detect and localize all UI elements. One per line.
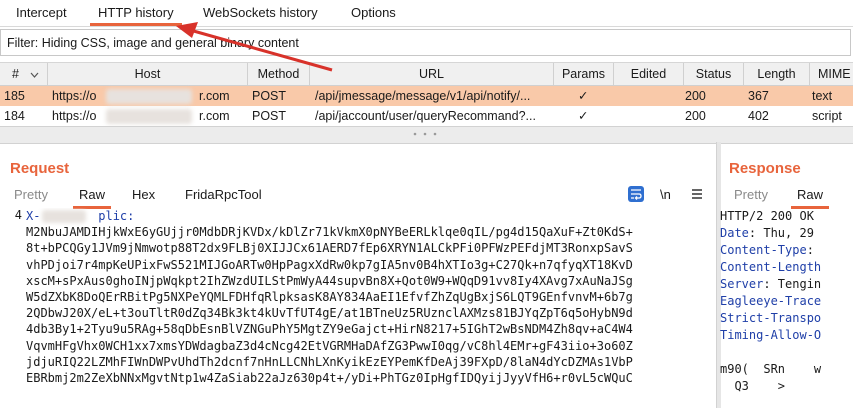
header-value: m90( SRn w <box>720 362 822 376</box>
code-line: X- plic: <box>26 209 135 223</box>
header-key: Server <box>720 277 764 291</box>
response-line: HTTP/2 200 OK <box>720 208 853 225</box>
code-line: xscM+sPxAus0ghoINjpWqkpt2IhZWzdUILStPmWy… <box>26 273 633 288</box>
response-line <box>720 344 853 361</box>
response-tab-pretty[interactable]: Pretty <box>734 185 768 205</box>
top-tab-bar: Intercept HTTP history WebSockets histor… <box>0 0 853 27</box>
line-number: 4 <box>14 208 22 222</box>
response-line: Content-Type: <box>720 242 853 259</box>
row-edited <box>640 86 660 106</box>
code-line: 8t+bPCQGy1JVm9jNmwotp88T2dx9FLBj0XIJJCx6… <box>26 241 633 256</box>
table-row[interactable]: 185 https://o r.com POST /api/jmessage/m… <box>0 86 853 106</box>
filter-bar[interactable]: Filter: Hiding CSS, image and general bi… <box>0 29 851 56</box>
header-key: Content-Length <box>720 260 822 274</box>
column-host[interactable]: Host <box>48 63 248 85</box>
response-line: Timing-Allow-O <box>720 327 853 344</box>
redacted-host-blur <box>106 109 192 124</box>
request-body: X- plic: M2NbuJAMDIHjkWxE6yGUjjr0MdbDRjK… <box>26 208 712 386</box>
row-host-suffix: r.com <box>199 109 230 123</box>
row-number: 185 <box>4 89 25 103</box>
header-value: : <box>806 243 814 257</box>
response-line: Q3 > <box>720 378 853 395</box>
table-header: # Host Method URL Params Edited Status L… <box>0 62 853 86</box>
row-number: 184 <box>4 109 25 123</box>
header-key: Content-Type <box>720 243 807 257</box>
hamburger-menu-icon[interactable] <box>688 185 706 203</box>
response-line: Date: Thu, 29 <box>720 225 853 242</box>
column-mime[interactable]: MIME <box>810 63 853 85</box>
redacted-header-blur <box>42 210 86 223</box>
column-params[interactable]: Params <box>554 63 614 85</box>
header-key: Eagleeye-Trace <box>720 294 822 308</box>
request-editor[interactable]: 4 X- plic: M2NbuJAMDIHjkWxE6yGUjjr0MdbDR… <box>0 208 712 408</box>
row-params-check: ✓ <box>578 109 589 123</box>
row-edited <box>640 106 660 126</box>
response-panel: Response Pretty Raw HTTP/2 200 OK Date: … <box>720 142 853 408</box>
response-line: Strict-Transpo <box>720 310 853 327</box>
row-length: 402 <box>748 109 769 123</box>
response-line: Server: Tengin <box>720 276 853 293</box>
code-line: jdjuRIQ22LZMhFIWnDWPvUhdTh2dcnf7nHnLLCNh… <box>26 354 633 369</box>
column-url[interactable]: URL <box>310 63 554 85</box>
request-title: Request <box>10 160 70 177</box>
column-status[interactable]: Status <box>684 63 744 85</box>
column-method[interactable]: Method <box>248 63 310 85</box>
header-key: Date <box>720 226 749 240</box>
row-status: 200 <box>685 89 706 103</box>
row-mime: script <box>812 109 842 123</box>
newline-icon[interactable]: \n <box>660 185 671 205</box>
row-url: /api/jmessage/message/v1/api/notify/... <box>315 89 531 103</box>
row-params-check: ✓ <box>578 89 589 103</box>
code-line: 4db3By1+2Tyu9u5RAg+58qDbEsnBlVZNGuPhY5Mg… <box>26 322 633 337</box>
request-tab-pretty[interactable]: Pretty <box>14 185 48 205</box>
header-key: Timing-Allow-O <box>720 328 822 342</box>
request-tab-hex[interactable]: Hex <box>132 185 155 205</box>
request-tab-raw[interactable]: Raw <box>72 185 112 209</box>
tab-http-history[interactable]: HTTP history <box>90 0 182 26</box>
header-value: : Thu, 29 <box>748 226 814 240</box>
header-value: : Tengin <box>763 277 822 291</box>
code-line: W5dZXbK8DoQErRBitPg5NXPeYQMLFDHfqRlpksas… <box>26 289 633 304</box>
row-length: 367 <box>748 89 769 103</box>
column-number-label: # <box>12 67 19 81</box>
code-line: vhPDjoi7r4mpKeUPixFwS521MIJGoARTw0HpPagx… <box>26 257 633 272</box>
response-line: m90( SRn w <box>720 361 853 378</box>
column-edited[interactable]: Edited <box>614 63 684 85</box>
request-tab-fridarpctool[interactable]: FridaRpcTool <box>185 185 262 205</box>
column-length[interactable]: Length <box>744 63 810 85</box>
response-line: Eagleeye-Trace <box>720 293 853 310</box>
row-method: POST <box>252 89 287 103</box>
sort-chevron-icon <box>30 72 39 78</box>
tab-intercept[interactable]: Intercept <box>16 0 67 25</box>
wrap-lines-icon[interactable] <box>627 185 645 203</box>
row-mime: text <box>812 89 833 103</box>
row-url: /api/jaccount/user/queryRecommand?... <box>315 109 536 123</box>
response-tab-raw[interactable]: Raw <box>790 185 830 209</box>
response-title: Response <box>729 160 801 177</box>
redacted-host-blur <box>106 89 192 104</box>
header-value: HTTP/2 200 OK <box>720 209 814 223</box>
header-key: Strict-Transpo <box>720 311 822 325</box>
drag-handle-icon <box>413 132 437 136</box>
code-line: 2QDbwJ20X/eL+t3ouTltR0dZq34Bk3kt4kUvTfUT… <box>26 306 633 321</box>
tab-options[interactable]: Options <box>351 0 396 25</box>
response-body: HTTP/2 200 OK Date: Thu, 29 Content-Type… <box>720 208 853 395</box>
tab-websockets-history[interactable]: WebSockets history <box>203 0 318 25</box>
response-line: Content-Length <box>720 259 853 276</box>
table-row[interactable]: 184 https://o r.com POST /api/jaccount/u… <box>0 106 853 126</box>
row-method: POST <box>252 109 287 123</box>
code-line: M2NbuJAMDIHjkWxE6yGUjjr0MdbDRjKVDx/kDlZr… <box>26 225 633 240</box>
column-number[interactable]: # <box>0 63 48 85</box>
row-host-suffix: r.com <box>199 89 230 103</box>
code-line: EBRbmj2m2ZeXbNNxMgvtNtp1w4ZaSiab22aJz630… <box>26 370 633 385</box>
row-status: 200 <box>685 109 706 123</box>
code-line: VqvmHFgVhx0WCH1xx7xmsYDWdagbaZ3d4cNcg42E… <box>26 338 633 353</box>
header-value: Q3 > <box>720 379 786 393</box>
